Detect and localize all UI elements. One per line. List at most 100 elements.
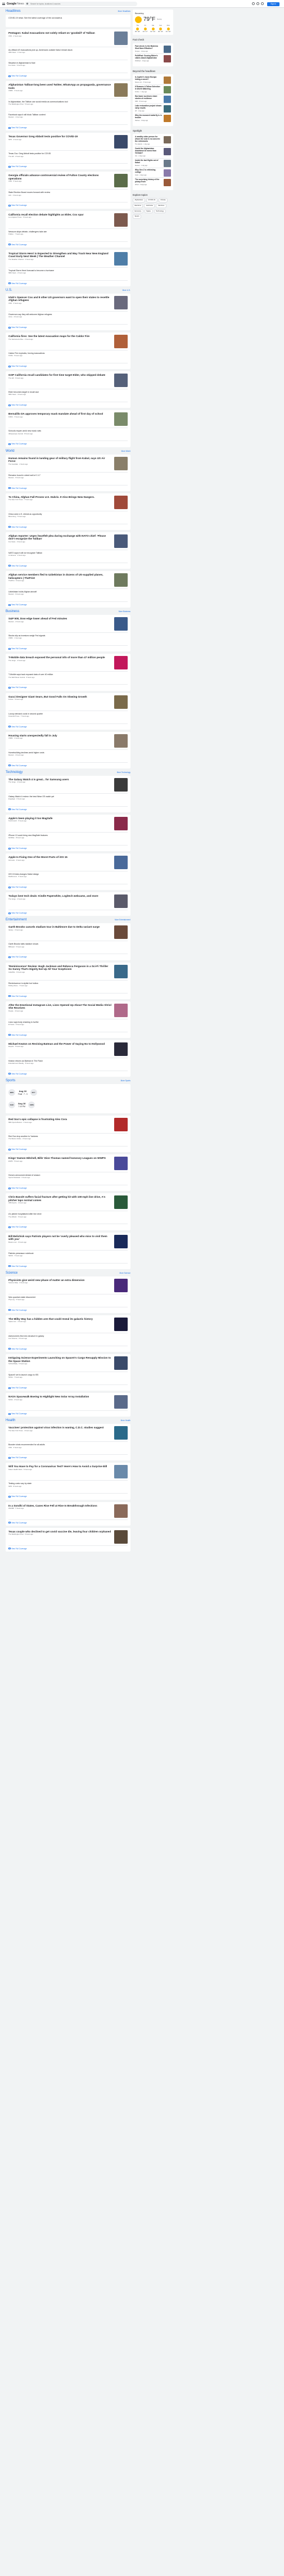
full-coverage-link[interactable]: View Full Coverage (8, 912, 128, 914)
lead-story[interactable]: After the Emotional Instagram Live, Lizz… (8, 1003, 128, 1019)
lead-story[interactable]: To China, Afghan Fall Proves U.S. Hubris… (8, 495, 128, 511)
sidebar-story-title[interactable]: Why Gen Z is rethinking college (135, 169, 162, 174)
full-coverage-link[interactable]: View Full Coverage (8, 565, 128, 567)
story-title[interactable]: Afghanistan Taliban-long been used Twitt… (8, 83, 112, 89)
related-story[interactable]: Reminiscence is stylish but hollow Rollin… (8, 982, 128, 993)
full-coverage-link[interactable]: View Full Coverage (8, 1456, 128, 1459)
related-story[interactable]: SpaceX set to launch cargo to ISS NASA · … (8, 1374, 128, 1385)
story-thumbnail[interactable] (114, 816, 128, 830)
story-title[interactable]: Pentagon: Kabul evacuations not solely r… (8, 32, 112, 35)
related-story[interactable]: Uzbekistan holds Afghan aircraft Reuters … (8, 591, 128, 603)
full-coverage-link[interactable]: View Full Coverage (8, 526, 128, 528)
story-title[interactable]: Caldor Fire explodes, forcing evacuation… (8, 352, 112, 354)
story-thumbnail[interactable] (114, 1530, 128, 1544)
related-story[interactable]: Schools reopen amid new mask rules Albuqu… (8, 430, 128, 442)
lead-story[interactable]: Chris Bassitt suffers facial fracture af… (8, 1195, 128, 1212)
story-thumbnail[interactable] (114, 1426, 128, 1440)
sidebar-story-title[interactable]: The surprising history of the pickup tru… (135, 178, 162, 183)
sidebar-thumbnail[interactable] (164, 115, 171, 123)
lead-story[interactable]: Human remains found in landing gear of m… (8, 456, 128, 473)
full-coverage-link[interactable]: View Full Coverage (8, 165, 128, 168)
lead-story[interactable]: In a Sondhi of States, Cases Rise Fell a… (8, 1504, 128, 1520)
story-thumbnail[interactable] (114, 964, 128, 978)
topic-chip[interactable]: COVID-19 (146, 198, 157, 203)
sidebar-story-title[interactable]: Is Jupiter's moon Europa hiding a secret… (135, 76, 162, 81)
full-coverage-link[interactable]: View Full Coverage (8, 1034, 128, 1036)
story-title[interactable]: Texas Governor Greg Abbott tests positiv… (8, 135, 112, 138)
story-title[interactable]: S&P 500, Dow edge lower ahead of Fed min… (8, 617, 112, 621)
covid-banner[interactable]: COVID-19 news: See the latest coverage o… (6, 15, 130, 27)
story-thumbnail[interactable] (114, 295, 128, 309)
full-coverage-link[interactable]: View Full Coverage (8, 1309, 128, 1311)
story-title[interactable]: In a Sondhi of States, Cases Rise Fell a… (8, 1504, 112, 1508)
full-coverage-link[interactable]: View Full Coverage (8, 1148, 128, 1150)
section-title[interactable]: Entertainment (6, 918, 26, 923)
story-title[interactable]: After the Emotional Instagram Live, Lizz… (8, 1004, 112, 1010)
story-thumbnail[interactable] (114, 856, 128, 870)
related-story[interactable]: Situation in Afghanistan is fluid Fox New… (8, 62, 128, 73)
lead-story[interactable]: T-Mobile data breach exposed the persona… (8, 656, 128, 672)
related-story[interactable]: Booster shots recommended for all adults… (8, 1444, 128, 1455)
related-story[interactable]: Lizzo says body shaming is hurtful E! New… (8, 1021, 128, 1032)
sidebar-thumbnail[interactable] (164, 105, 171, 113)
sidebar-thumbnail[interactable] (164, 77, 171, 84)
story-thumbnail[interactable] (114, 1356, 128, 1370)
full-coverage-link[interactable]: View Full Coverage (8, 1265, 128, 1267)
section-more-link[interactable]: More Business (119, 610, 130, 613)
story-title[interactable]: Kings' Damon Mitchell, Bills' Dion Thoma… (8, 1157, 112, 1160)
story-title[interactable]: Gucci Designer Giant Sears, But Good Fal… (8, 695, 112, 699)
sidebar-story[interactable]: A wealthy older person for whom the cost… (135, 136, 171, 147)
full-coverage-link[interactable]: View Full Coverage (8, 204, 128, 206)
settings-icon[interactable] (256, 2, 259, 5)
related-story[interactable]: NATO says it will not recognize Taliban A… (8, 552, 128, 563)
lead-story[interactable]: NASA Spacewalk Boeing to Highlight New S… (8, 1395, 128, 1411)
full-coverage-link[interactable]: View Full Coverage (8, 326, 128, 329)
section-more-link[interactable]: More U.S. (123, 289, 130, 291)
related-story[interactable]: Stocks slip as investors weigh Fed signa… (8, 635, 128, 646)
sidebar-thumbnail[interactable] (164, 55, 171, 62)
sidebar-story-title[interactable]: Why the monarch butterfly is in trouble (135, 114, 162, 119)
story-title[interactable]: Utah's Spencer Cox and 8 other US govern… (8, 296, 112, 302)
lead-story[interactable]: Physicists give weird new phase of matte… (8, 1278, 128, 1294)
sidebar-story-title[interactable]: Could the Afghanistan drawdown be worse … (135, 147, 162, 155)
story-thumbnail[interactable] (114, 1118, 128, 1132)
story-thumbnail[interactable] (114, 894, 128, 909)
story-title[interactable]: Red Sox's epic collapse is frustrating A… (8, 1118, 112, 1121)
related-story[interactable]: New quantum state discovered Phys.org · 5… (8, 1296, 128, 1307)
story-title[interactable]: California fires: See the latest evacuat… (8, 335, 112, 338)
score-row[interactable]: OAK Aug 18 7:10 PM CWS (8, 1099, 128, 1111)
story-title[interactable]: Intriguing Science Experiments Launching… (8, 1356, 112, 1363)
sidebar-story-title[interactable]: PolitiFact: Scoring Biden's claims about… (135, 55, 162, 60)
story-thumbnail[interactable] (114, 656, 128, 670)
story-title[interactable]: A's pitcher hospitalized after line driv… (8, 1213, 112, 1215)
full-coverage-link[interactable]: View Full Coverage (8, 1413, 128, 1415)
full-coverage-link[interactable]: View Full Coverage (8, 1226, 128, 1228)
lead-story[interactable]: Bernalillo DA approves temporary mask ma… (8, 412, 128, 429)
lead-story[interactable]: California recall election debate highli… (8, 213, 128, 229)
related-story[interactable]: iOS 15 beta changes Safari design MacRumo… (8, 873, 128, 885)
sidebar-thumbnail[interactable] (164, 169, 171, 177)
related-story[interactable]: Galaxy Watch 4 review: the best Wear OS … (8, 795, 128, 807)
sidebar-thumbnail[interactable] (164, 86, 171, 94)
story-thumbnail[interactable] (114, 573, 128, 587)
full-coverage-link[interactable]: View Full Coverage (8, 886, 128, 888)
story-thumbnail[interactable] (114, 925, 128, 939)
section-more-link[interactable]: More Headlines (118, 10, 130, 12)
related-story[interactable]: Garth Brooks halts stadium shows Billboar… (8, 943, 128, 955)
full-coverage-link[interactable]: View Full Coverage (8, 808, 128, 811)
help-icon[interactable] (252, 2, 255, 5)
full-coverage-link[interactable]: View Full Coverage (8, 282, 128, 285)
related-story[interactable]: Governors say they will welcome Afghan r… (8, 313, 128, 325)
sidebar-story[interactable]: Hurricane survivors share stories of res… (135, 95, 171, 105)
full-coverage-link[interactable]: View Full Coverage (8, 1073, 128, 1075)
lead-story[interactable]: 'Reminiscence' Review: Hugh Jackman and … (8, 964, 128, 981)
related-story[interactable]: Tropical Storm Henri forecast to become … (8, 269, 128, 281)
lead-story[interactable]: Apple Is Fixing One of the Worst Parts o… (8, 856, 128, 872)
sidebar-story[interactable]: Why Gen Z is rethinking college Axios · 2… (135, 169, 171, 178)
full-coverage-link[interactable]: View Full Coverage (8, 1348, 128, 1350)
lead-story[interactable]: Housing starts unexpectedly fall in July… (8, 734, 128, 750)
sidebar-story[interactable]: PolitiFact: Scoring Biden's claims about… (135, 55, 171, 63)
topic-chip[interactable]: Sports (133, 214, 142, 219)
lead-story[interactable]: Apple's been playing it too MagSafe TechC… (8, 816, 128, 833)
lead-story[interactable]: Garth Brooks cancels stadium tour in Bal… (8, 925, 128, 942)
